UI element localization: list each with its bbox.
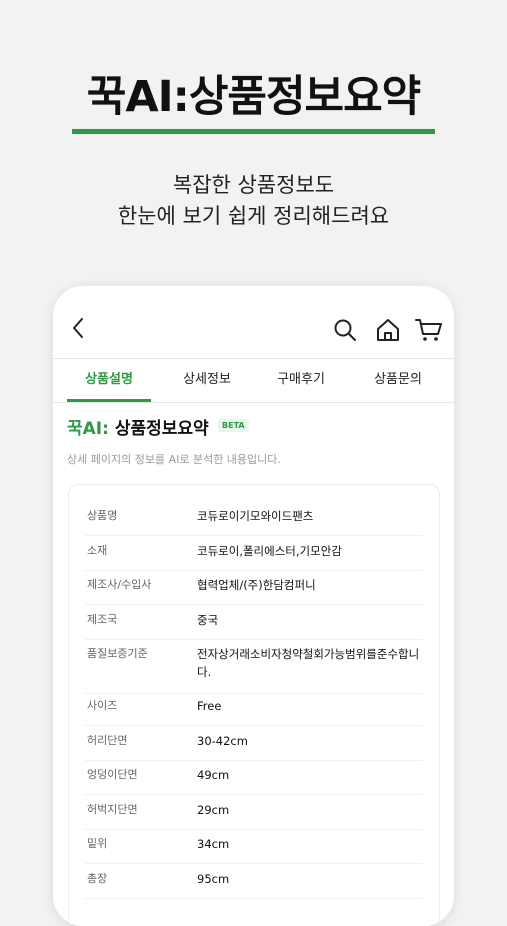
section-title: 꾹AI: 상품정보요약	[67, 414, 209, 439]
info-key: 제조국	[87, 613, 118, 626]
info-value: Free	[197, 699, 222, 713]
info-key: 제조사/수입사	[87, 578, 152, 591]
info-value: 30-42cm	[197, 734, 248, 748]
info-value: 95cm	[197, 872, 230, 886]
hero-underline	[72, 129, 435, 134]
search-icon[interactable]	[333, 318, 357, 342]
info-row: 허벅지단면 29cm	[85, 801, 423, 830]
tab-reviews[interactable]: 구매후기	[259, 358, 343, 402]
info-key: 엉덩이단면	[87, 768, 138, 781]
cart-icon[interactable]	[415, 318, 443, 342]
info-key: 품질보증기준	[87, 647, 148, 660]
info-row: 허리단면 30-42cm	[85, 732, 423, 761]
info-row: 품질보증기준 전자상거래소비자청약철회가능범위를준수합니다.	[85, 645, 423, 694]
info-row: 밑위 34cm	[85, 835, 423, 864]
info-row: 제조국 중국	[85, 611, 423, 640]
tab-detail-info[interactable]: 상세정보	[165, 358, 249, 402]
info-value: 협력업체/(주)한담컴퍼니	[197, 578, 316, 592]
hero-subtitle-line1: 복잡한 상품정보도	[172, 173, 335, 197]
info-value: 중국	[197, 613, 219, 627]
section-brand: 꾹AI:	[67, 419, 109, 439]
active-tab-indicator	[67, 399, 151, 402]
info-row: 엉덩이단면 49cm	[85, 766, 423, 795]
info-value: 49cm	[197, 768, 230, 782]
phone-screen: 상품설명 상세정보 구매후기 상품문의 꾹AI: 상품정보요약 BETA 상세 …	[53, 286, 454, 926]
info-value: 29cm	[197, 803, 230, 817]
beta-badge: BETA	[218, 419, 249, 432]
tab-bar: 상품설명 상세정보 구매후기 상품문의	[53, 358, 454, 403]
info-key: 총장	[87, 872, 108, 885]
info-row: 소재 코듀로이,폴리에스터,기모안감	[85, 542, 423, 571]
info-key: 상품명	[87, 509, 118, 522]
info-key: 허벅지단면	[87, 803, 138, 816]
info-row: 상품명 코듀로이기모와이드팬츠	[85, 507, 423, 536]
tab-inquiry[interactable]: 상품문의	[356, 358, 440, 402]
info-row: 사이즈 Free	[85, 697, 423, 726]
hero-title: 꾹AI:상품정보요약	[86, 72, 421, 122]
info-row: 총장 95cm	[85, 870, 423, 899]
top-app-bar	[53, 286, 454, 359]
tab-product-description[interactable]: 상품설명	[67, 358, 151, 402]
info-key: 허리단면	[87, 734, 128, 747]
hero-subtitle: 복잡한 상품정보도 한눈에 보기 쉽게 정리해드려요	[0, 170, 507, 232]
info-value: 전자상거래소비자청약철회가능범위를준수합니다.	[197, 647, 420, 679]
info-value: 34cm	[197, 837, 230, 851]
hero-subtitle-line2: 한눈에 보기 쉽게 정리해드려요	[117, 204, 390, 228]
section-caption: 상세 페이지의 정보를 AI로 분석한 내용입니다.	[67, 453, 281, 466]
info-key: 밑위	[87, 837, 108, 850]
section-title-text: 상품정보요약	[108, 419, 209, 439]
info-key: 소재	[87, 544, 108, 557]
info-key: 사이즈	[87, 699, 118, 712]
home-icon[interactable]	[375, 318, 401, 342]
info-value: 코듀로이,폴리에스터,기모안감	[197, 544, 342, 558]
info-row: 제조사/수입사 협력업체/(주)한담컴퍼니	[85, 576, 423, 605]
info-value: 코듀로이기모와이드팬츠	[197, 509, 314, 523]
info-card: 상품명 코듀로이기모와이드팬츠 소재 코듀로이,폴리에스터,기모안감 제조사/수…	[68, 484, 440, 926]
chevron-left-icon[interactable]	[67, 316, 91, 340]
